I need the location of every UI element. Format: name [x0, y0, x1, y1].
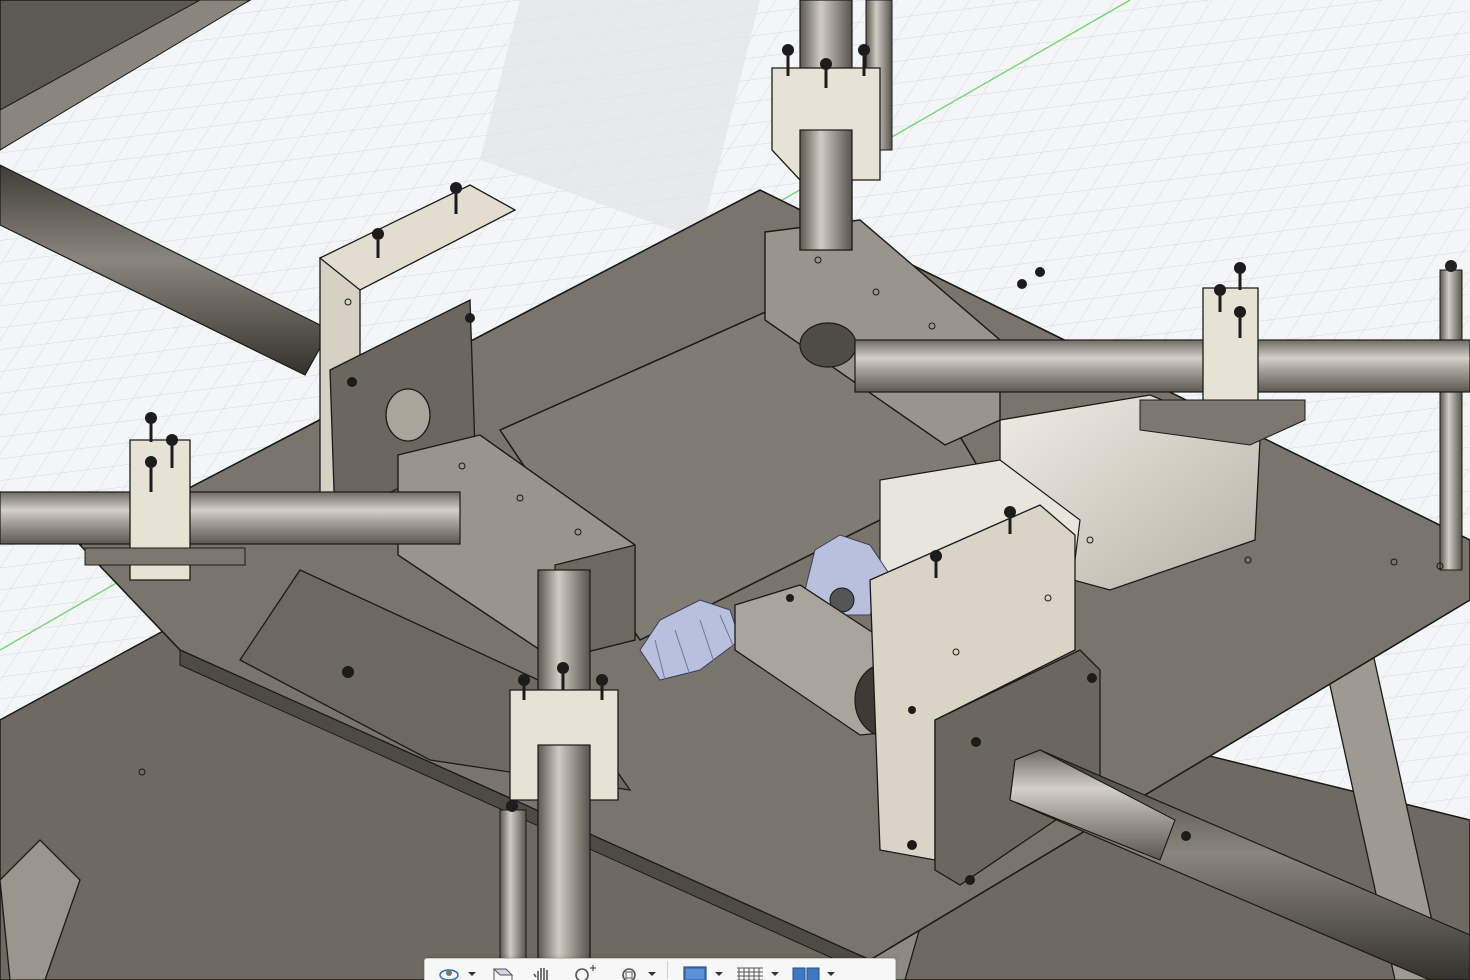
back-block-bore — [799, 322, 857, 368]
right-horizontal-tube — [854, 339, 1470, 393]
pan-hand-icon — [533, 968, 548, 980]
pan-button[interactable] — [523, 959, 563, 980]
left-bearing — [385, 388, 431, 442]
3d-viewport[interactable] — [0, 0, 1470, 980]
display-settings-menu-caret[interactable] — [714, 959, 724, 980]
look-at-button[interactable] — [483, 959, 523, 980]
cad-model-scene[interactable] — [0, 0, 1470, 980]
grid-icon — [737, 967, 763, 980]
viewports-menu-caret[interactable] — [826, 959, 836, 980]
orbit-menu-caret[interactable] — [467, 959, 477, 980]
fit-menu-caret[interactable] — [647, 959, 657, 980]
orbit-button[interactable] — [431, 959, 467, 980]
orbit-icon — [439, 969, 459, 980]
fit-button[interactable] — [611, 959, 647, 980]
grid-snaps-button[interactable] — [730, 959, 770, 980]
front-clamp-tube-segment — [537, 744, 591, 980]
display-settings-icon — [683, 966, 707, 980]
right-post — [1439, 269, 1463, 571]
look-at-icon — [492, 968, 514, 980]
viewports-button[interactable] — [786, 959, 826, 980]
left-horizontal-tube — [0, 491, 461, 545]
grid-snaps-menu-caret[interactable] — [770, 959, 780, 980]
navigation-toolbar — [424, 958, 896, 980]
display-settings-button[interactable] — [676, 959, 714, 980]
viewports-icon — [792, 967, 820, 980]
right-post-bolt — [1445, 260, 1457, 272]
toolbar-separator — [667, 961, 668, 979]
left-clamp-base — [84, 547, 246, 566]
fit-icon — [622, 968, 636, 980]
top-clamp-tube-segment — [799, 129, 853, 251]
front-vertical-tube-2 — [499, 809, 527, 980]
zoom-button[interactable] — [563, 959, 611, 980]
zoom-icon — [575, 965, 596, 980]
